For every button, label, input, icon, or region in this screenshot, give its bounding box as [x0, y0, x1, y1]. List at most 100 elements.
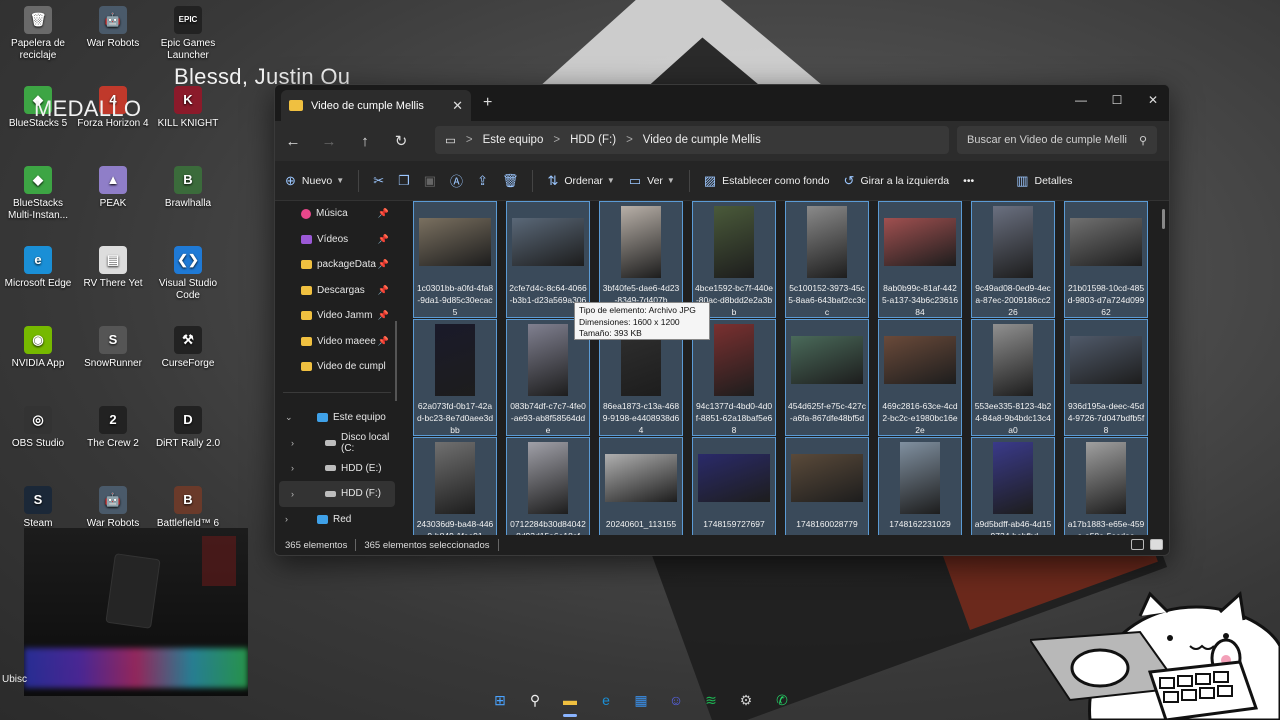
close-button[interactable]: ✕ — [1135, 89, 1169, 111]
file-thumbnail[interactable]: 936d195a-deec-45d4-9726-7d047bdfb5f8 — [1064, 319, 1148, 436]
desktop-icon[interactable]: ⚒ CurseForge — [150, 326, 226, 370]
desktop-icon[interactable]: 2 The Crew 2 — [75, 406, 151, 450]
sidebar-item[interactable]: Descargas 📌 — [275, 278, 399, 304]
file-thumbnail[interactable]: a17b1883-e65e-459e-a58e-5ecdae — [1064, 437, 1148, 535]
discord-icon[interactable]: ☺ — [664, 688, 688, 712]
tree-item[interactable]: › Disco local (C: — [275, 430, 399, 456]
file-thumbnail[interactable]: 8ab0b99c-81af-4425-a137-34b6c2361684 — [878, 201, 962, 318]
file-thumbnail[interactable]: 0712284b30d840428d93d15a6e18af — [506, 437, 590, 535]
desktop-icon[interactable]: ◉ NVIDIA App — [0, 326, 76, 370]
back-button[interactable]: ← — [275, 133, 311, 150]
details-button[interactable]: ▥ Detalles — [1016, 173, 1072, 189]
spotify-icon[interactable]: ≋ — [699, 688, 723, 712]
sidebar-item[interactable]: Video de cumpl — [275, 354, 399, 380]
breadcrumb[interactable]: ▭ > Este equipo > HDD (F:) > Video de cu… — [435, 126, 949, 154]
refresh-button[interactable]: ↻ — [383, 132, 419, 150]
desktop-icon[interactable]: K KILL KNIGHT — [150, 86, 226, 130]
file-thumbnail[interactable]: 1748160028779 — [785, 437, 869, 535]
desktop-icon[interactable]: ▤ RV There Yet — [75, 246, 151, 290]
more-options-button[interactable]: ••• — [963, 175, 974, 187]
desktop-icon-label: Visual Studio Code — [158, 278, 218, 301]
cut-button[interactable]: ✂ — [373, 173, 384, 189]
tree-item[interactable]: › HDD (E:) — [275, 456, 399, 482]
edge-icon[interactable]: e — [594, 688, 618, 712]
search-input[interactable]: Buscar en Video de cumple Melli ⚲ — [957, 126, 1157, 154]
rename-button[interactable]: Ⓐ — [450, 171, 463, 190]
sidebar-item[interactable]: Vídeos 📌 — [275, 227, 399, 253]
forward-button[interactable]: → — [311, 133, 347, 150]
desktop-icon[interactable]: B Brawlhalla — [150, 166, 226, 210]
desktop-icon[interactable]: ◆ BlueStacks Multi-Instan... — [0, 166, 76, 222]
desktop-icon[interactable]: 🤖 War Robots — [75, 486, 151, 530]
file-thumbnail[interactable]: a9d5bdff-ab46-4d15-9734-bebfbd — [971, 437, 1055, 535]
tree-item[interactable]: › Red — [275, 507, 399, 533]
sidebar-item[interactable]: Video Jamm 📌 — [275, 303, 399, 329]
desktop-icon[interactable]: ◎ OBS Studio — [0, 406, 76, 450]
steam-like-icon[interactable]: ⚙ — [734, 688, 758, 712]
delete-button[interactable]: 🗑 — [502, 173, 519, 189]
file-thumbnail[interactable]: 454d625f-e75c-427c-a6fa-867dfe48bf5d — [785, 319, 869, 436]
file-thumbnail[interactable]: 1c0301bb-a0fd-4fa8-9da1-9d85c30ecac5 — [413, 201, 497, 318]
chevron-down-icon[interactable]: ⌄ — [285, 412, 293, 423]
start-icon[interactable]: ⊞ — [488, 688, 512, 712]
chevron-right-icon[interactable]: › — [291, 438, 294, 448]
file-thumbnail[interactable]: 9c49ad08-0ed9-4eca-87ec-2009186cc226 — [971, 201, 1055, 318]
file-grid-scrollbar[interactable] — [1162, 209, 1165, 229]
file-thumbnail[interactable]: 2cfe7d4c-8c64-4066-b3b1-d23a569a306 — [506, 201, 590, 318]
file-thumbnail[interactable]: 5c100152-3973-45c5-8aa6-643baf2cc3cc — [785, 201, 869, 318]
file-thumbnail[interactable]: 243036d9-ba48-4469-b849-1fee91 — [413, 437, 497, 535]
set-background-button[interactable]: ▨ Establecer como fondo — [704, 173, 830, 189]
desktop-icon[interactable]: e Microsoft Edge — [0, 246, 76, 290]
new-button[interactable]: ⊕ Nuevo ▼ — [285, 173, 344, 189]
file-thumbnail[interactable]: 21b01598-10cd-485d-9803-d7a724d09962 — [1064, 201, 1148, 318]
file-thumbnail[interactable]: 1748159727697 — [692, 437, 776, 535]
chevron-right-icon[interactable]: › — [285, 514, 288, 524]
details-view-icon[interactable] — [1131, 539, 1144, 550]
file-thumbnail[interactable]: 553ee335-8123-4b24-84a8-9b4bdc13c4a0 — [971, 319, 1055, 436]
file-thumbnail[interactable]: 62a073fd-0b17-42ad-bc23-8e7d0aee3dbb — [413, 319, 497, 436]
desktop-icon[interactable]: B Battlefield™ 6 — [150, 486, 226, 530]
minimize-button[interactable]: — — [1063, 89, 1099, 111]
thumbnail-view-icon[interactable] — [1150, 539, 1163, 550]
new-tab-button[interactable]: + — [483, 94, 492, 112]
file-name: 86ea1873-c13a-4689-9198-e4408938d64 — [602, 401, 680, 435]
view-button[interactable]: ▭ Ver ▼ — [629, 173, 675, 189]
up-button[interactable]: ↑ — [347, 133, 383, 150]
desktop-icon[interactable]: EPIC Epic Games Launcher — [150, 6, 226, 62]
file-thumbnail[interactable]: 20240601_113155 — [599, 437, 683, 535]
chevron-right-icon[interactable]: › — [291, 463, 294, 473]
desktop-icon[interactable]: 🗑 Papelera de reciclaje — [0, 6, 76, 62]
tab-video-de-cumple-mellis[interactable]: Video de cumple Mellis ✕ — [281, 90, 471, 121]
desktop-icon[interactable]: 🤖 War Robots — [75, 6, 151, 50]
desktop-icon[interactable]: ❮❯ Visual Studio Code — [150, 246, 226, 302]
share-button[interactable]: ⇪ — [477, 173, 488, 189]
file-thumbnail[interactable]: 4bce1592-bc7f-440e-80ac-d8bdd2e2a3bb — [692, 201, 776, 318]
file-explorer-icon[interactable]: ▬ — [558, 688, 582, 712]
chevron-right-icon[interactable]: › — [291, 489, 294, 499]
desktop-icon[interactable]: S SnowRunner — [75, 326, 151, 370]
breadcrumb-este-equipo[interactable]: Este equipo — [483, 134, 544, 146]
sidebar-item[interactable]: Música 📌 — [275, 201, 399, 227]
search-icon[interactable]: ⚲ — [523, 688, 547, 712]
desktop-icon[interactable]: S Steam — [0, 486, 76, 530]
file-thumbnail[interactable]: 3bf40fe5-dae6-4d23-8349-7d407b — [599, 201, 683, 318]
file-thumbnail[interactable]: 1748162231029 — [878, 437, 962, 535]
sidebar-item[interactable]: Video maeee 📌 — [275, 329, 399, 355]
maximize-button[interactable]: ☐ — [1099, 89, 1135, 111]
tree-item[interactable]: ⌄ Este equipo — [275, 405, 399, 431]
file-thumbnail[interactable]: 469c2816-63ce-4cd2-bc2c-e1980bc16e2e — [878, 319, 962, 436]
copy-button[interactable]: ❐ — [398, 173, 410, 189]
tree-item[interactable]: › HDD (F:) — [279, 481, 395, 507]
rotate-left-button[interactable]: ↺ Girar a la izquierda — [844, 173, 950, 189]
breadcrumb-current-folder[interactable]: Video de cumple Mellis — [643, 134, 761, 146]
desktop-icon[interactable]: D DiRT Rally 2.0 — [150, 406, 226, 450]
divider — [497, 539, 499, 551]
tab-close-icon[interactable]: ✕ — [452, 98, 463, 114]
sort-button[interactable]: ⇅ Ordenar ▼ — [547, 173, 614, 189]
breadcrumb-hdd-f[interactable]: HDD (F:) — [570, 134, 616, 146]
desktop-icon[interactable]: ▲ PEAK — [75, 166, 151, 210]
sidebar-item[interactable]: packageData 📌 — [275, 252, 399, 278]
paste-button[interactable]: ▣ — [424, 173, 436, 189]
store-icon[interactable]: ▦ — [629, 688, 653, 712]
whatsapp-icon[interactable]: ✆ — [770, 688, 794, 712]
